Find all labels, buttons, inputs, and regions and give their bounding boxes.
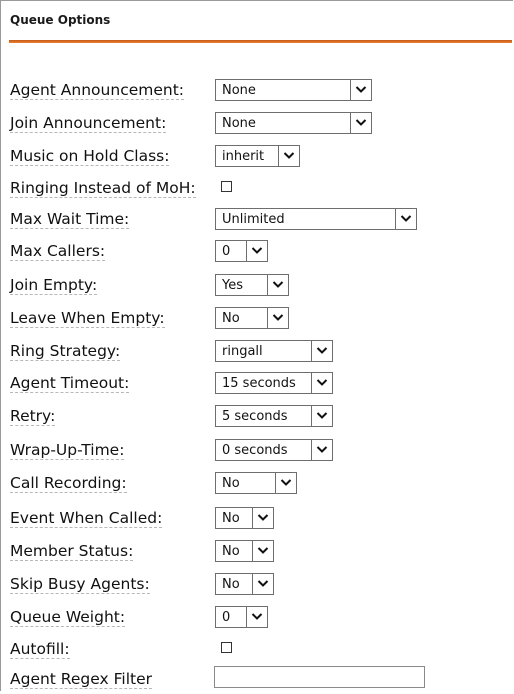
row-max-wait-time: Max Wait Time: Unlimited <box>0 205 514 234</box>
join-announcement-value: None <box>222 116 256 131</box>
ring-strategy-label: Ring Strategy: <box>10 342 121 361</box>
row-queue-weight: Queue Weight: 0 <box>0 603 514 632</box>
chevron-down-icon[interactable] <box>395 209 416 229</box>
agent-timeout-value: 15 seconds <box>222 376 296 391</box>
join-empty-select[interactable]: Yes <box>215 274 289 296</box>
row-ring-strategy: Ring Strategy: ringall <box>0 337 514 366</box>
leave-when-empty-value: No <box>222 311 240 326</box>
section-title: Queue Options <box>10 13 111 27</box>
skip-busy-agents-value: No <box>222 577 240 592</box>
row-skip-busy-agents: Skip Busy Agents: No <box>0 570 514 599</box>
row-autofill: Autofill: <box>0 635 514 664</box>
event-when-called-value: No <box>222 511 240 526</box>
event-when-called-label: Event When Called: <box>10 509 163 528</box>
ringing-instead-of-moh-checkbox[interactable] <box>221 181 232 192</box>
join-announcement-select[interactable]: None <box>215 112 372 134</box>
agent-timeout-select[interactable]: 15 seconds <box>215 372 333 394</box>
agent-regex-filter-label: Agent Regex Filter <box>10 670 153 689</box>
member-status-value: No <box>222 544 240 559</box>
wrap-up-time-value: 0 seconds <box>222 443 288 458</box>
call-recording-label: Call Recording: <box>10 474 127 493</box>
row-leave-when-empty: Leave When Empty: No <box>0 304 514 333</box>
row-join-empty: Join Empty: Yes <box>0 271 514 300</box>
music-on-hold-class-label: Music on Hold Class: <box>10 147 170 166</box>
chevron-down-icon[interactable] <box>267 275 288 295</box>
row-member-status: Member Status: No <box>0 537 514 566</box>
skip-busy-agents-select[interactable]: No <box>215 573 274 595</box>
chevron-down-icon[interactable] <box>275 473 296 493</box>
row-retry: Retry: 5 seconds <box>0 402 514 431</box>
call-recording-select[interactable]: No <box>215 472 297 494</box>
row-join-announcement: Join Announcement: None <box>0 109 514 138</box>
agent-regex-filter-input[interactable] <box>214 666 425 688</box>
member-status-select[interactable]: No <box>215 540 274 562</box>
event-when-called-select[interactable]: No <box>215 507 274 529</box>
row-event-when-called: Event When Called: No <box>0 504 514 533</box>
row-call-recording: Call Recording: No <box>0 469 514 498</box>
row-music-on-hold-class: Music on Hold Class: inherit <box>0 142 514 171</box>
ringing-instead-of-moh-label: Ringing Instead of MoH: <box>10 179 196 198</box>
ring-strategy-select[interactable]: ringall <box>215 340 333 362</box>
max-callers-label: Max Callers: <box>10 242 106 261</box>
section-divider <box>9 40 512 43</box>
row-wrap-up-time: Wrap-Up-Time: 0 seconds <box>0 436 514 465</box>
chevron-down-icon[interactable] <box>278 146 299 166</box>
music-on-hold-class-value: inherit <box>222 149 265 164</box>
row-agent-regex-filter: Agent Regex Filter <box>0 665 514 694</box>
agent-timeout-label: Agent Timeout: <box>10 374 130 393</box>
join-empty-value: Yes <box>222 278 243 293</box>
agent-announcement-label: Agent Announcement: <box>10 81 185 100</box>
call-recording-value: No <box>222 476 240 491</box>
chevron-down-icon[interactable] <box>350 113 371 133</box>
chevron-down-icon[interactable] <box>267 308 288 328</box>
chevron-down-icon[interactable] <box>311 341 332 361</box>
skip-busy-agents-label: Skip Busy Agents: <box>10 575 150 594</box>
chevron-down-icon[interactable] <box>246 607 267 627</box>
chevron-down-icon[interactable] <box>311 373 332 393</box>
chevron-down-icon[interactable] <box>246 241 267 261</box>
agent-announcement-value: None <box>222 83 256 98</box>
queue-weight-select[interactable]: 0 <box>215 606 268 628</box>
chevron-down-icon[interactable] <box>252 541 273 561</box>
chevron-down-icon[interactable] <box>252 508 273 528</box>
chevron-down-icon[interactable] <box>252 574 273 594</box>
max-callers-value: 0 <box>222 244 231 259</box>
chevron-down-icon[interactable] <box>350 80 371 100</box>
autofill-checkbox[interactable] <box>221 642 232 653</box>
max-wait-time-value: Unlimited <box>222 212 285 227</box>
chevron-down-icon[interactable] <box>311 440 332 460</box>
queue-weight-label: Queue Weight: <box>10 608 126 627</box>
leave-when-empty-label: Leave When Empty: <box>10 309 165 328</box>
retry-value: 5 seconds <box>222 409 288 424</box>
max-wait-time-label: Max Wait Time: <box>10 210 130 229</box>
member-status-label: Member Status: <box>10 542 134 561</box>
row-agent-timeout: Agent Timeout: 15 seconds <box>0 369 514 398</box>
ring-strategy-value: ringall <box>222 344 263 359</box>
leave-when-empty-select[interactable]: No <box>215 307 289 329</box>
max-callers-select[interactable]: 0 <box>215 240 268 262</box>
join-announcement-label: Join Announcement: <box>10 114 167 133</box>
section-header: Queue Options <box>1 1 511 40</box>
retry-label: Retry: <box>10 407 56 426</box>
wrap-up-time-select[interactable]: 0 seconds <box>215 439 333 461</box>
wrap-up-time-label: Wrap-Up-Time: <box>10 441 125 460</box>
agent-announcement-select[interactable]: None <box>215 79 372 101</box>
autofill-label: Autofill: <box>10 640 70 659</box>
row-max-callers: Max Callers: 0 <box>0 237 514 266</box>
queue-weight-value: 0 <box>222 610 231 625</box>
retry-select[interactable]: 5 seconds <box>215 405 333 427</box>
row-agent-announcement: Agent Announcement: None <box>0 76 514 105</box>
join-empty-label: Join Empty: <box>10 276 98 295</box>
music-on-hold-class-select[interactable]: inherit <box>215 145 300 167</box>
chevron-down-icon[interactable] <box>311 406 332 426</box>
max-wait-time-select[interactable]: Unlimited <box>215 208 417 230</box>
row-ringing-instead-of-moh: Ringing Instead of MoH: <box>0 174 514 203</box>
